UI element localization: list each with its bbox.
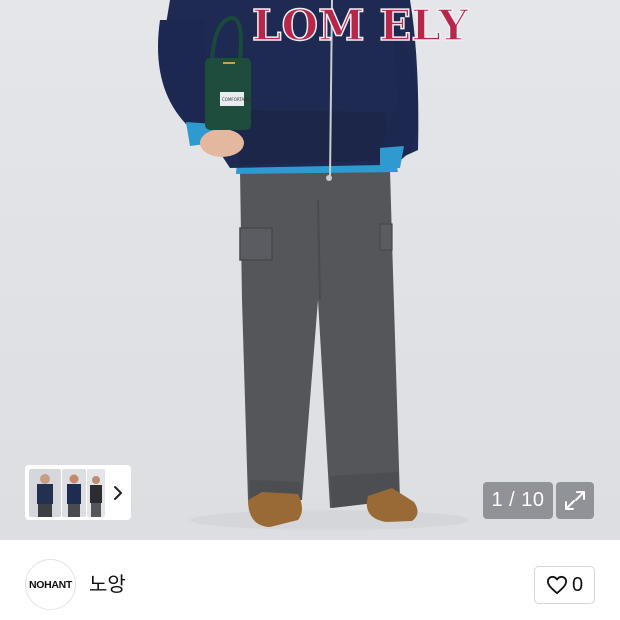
svg-text:LOM ELY: LOM ELY <box>252 1 469 50</box>
product-photo: LOM ELY COMFORTABLE <box>158 0 470 530</box>
heart-outline-icon <box>546 575 567 595</box>
like-button[interactable]: 0 <box>534 566 595 604</box>
expand-icon <box>565 491 585 510</box>
expand-button[interactable] <box>556 482 594 519</box>
like-count: 0 <box>571 574 584 596</box>
brand-logo-text: NOHANT <box>28 578 73 591</box>
chevron-right-icon[interactable] <box>111 484 125 502</box>
thumbnail-3[interactable] <box>87 469 105 517</box>
brand-name[interactable]: 노앙 <box>89 569 126 599</box>
brand-logo[interactable]: NOHANT <box>25 559 76 610</box>
product-image-gallery[interactable]: LOM ELY COMFORTABLE 1 / 10 <box>0 0 620 540</box>
svg-text:COMFORTABLE: COMFORTABLE <box>222 97 252 102</box>
thumbnail-2[interactable] <box>62 469 86 517</box>
image-counter: 1 / 10 <box>483 482 553 519</box>
thumbnail-1[interactable] <box>29 469 61 517</box>
